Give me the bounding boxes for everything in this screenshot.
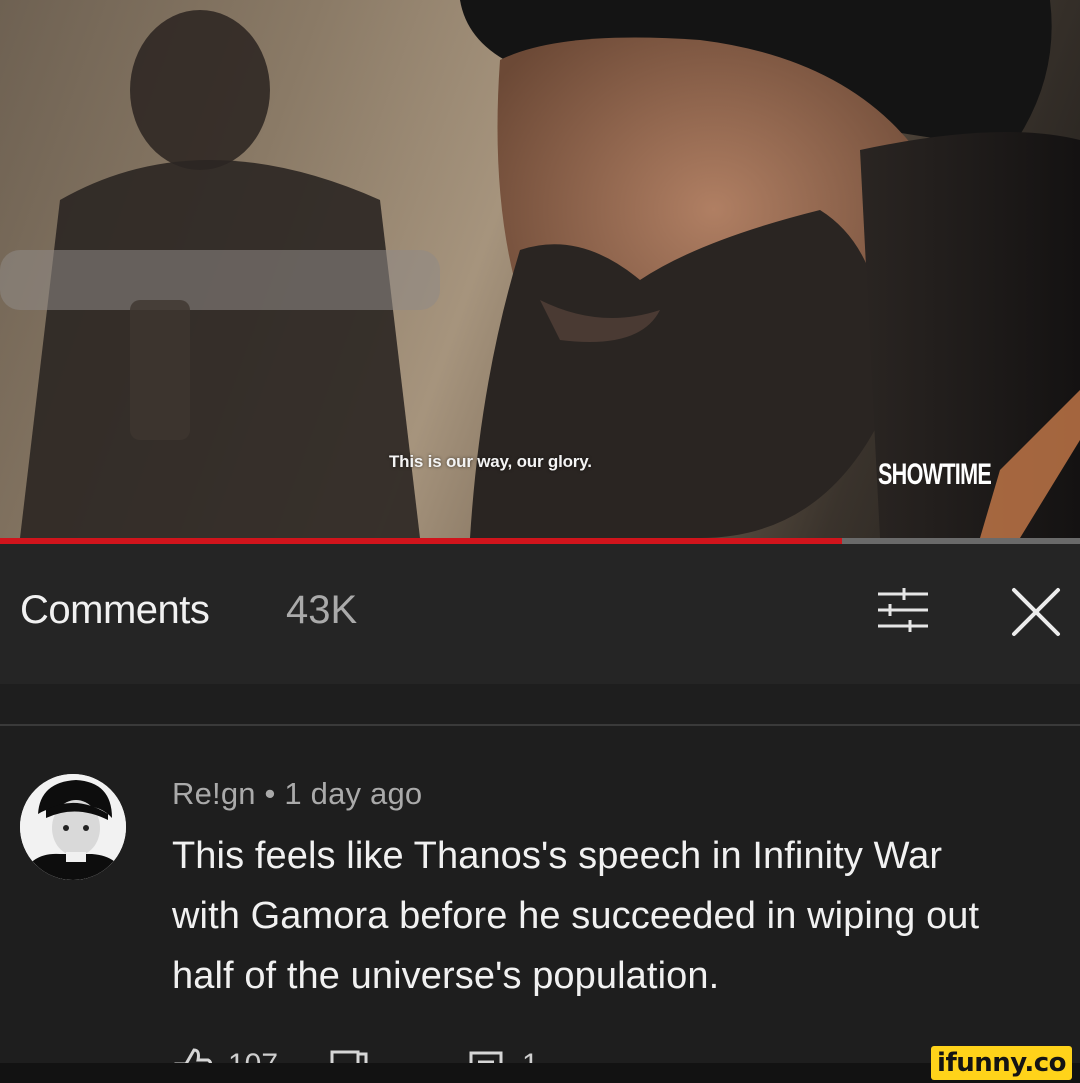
- bottom-bar: [0, 1063, 1080, 1083]
- comments-count: 43K: [286, 588, 358, 632]
- site-watermark: ifunny.co: [931, 1046, 1072, 1080]
- comment-text: This feels like Thanos's speech in Infin…: [172, 826, 1062, 1006]
- video-player[interactable]: This is our way, our glory. SHOWTIME: [0, 0, 1080, 538]
- comment-text-line: This feels like Thanos's speech in Infin…: [172, 835, 943, 877]
- comment-item: Re!gn • 1 day ago This feels like Thanos…: [0, 726, 1080, 1068]
- comments-header: Comments 43K: [0, 544, 1080, 684]
- avatar[interactable]: [20, 774, 126, 880]
- comment-meta: Re!gn • 1 day ago: [172, 776, 423, 811]
- comments-title: Comments: [20, 588, 210, 632]
- comment-text-line: half of the universe's population.: [172, 955, 720, 997]
- sort-filter-icon[interactable]: [874, 586, 932, 636]
- avatar-image: [20, 774, 126, 880]
- network-watermark: SHOWTIME: [878, 458, 992, 491]
- video-subtitle: This is our way, our glory.: [389, 452, 592, 471]
- comment-text-line: with Gamora before he succeeded in wipin…: [172, 895, 980, 937]
- close-icon[interactable]: [1008, 584, 1064, 640]
